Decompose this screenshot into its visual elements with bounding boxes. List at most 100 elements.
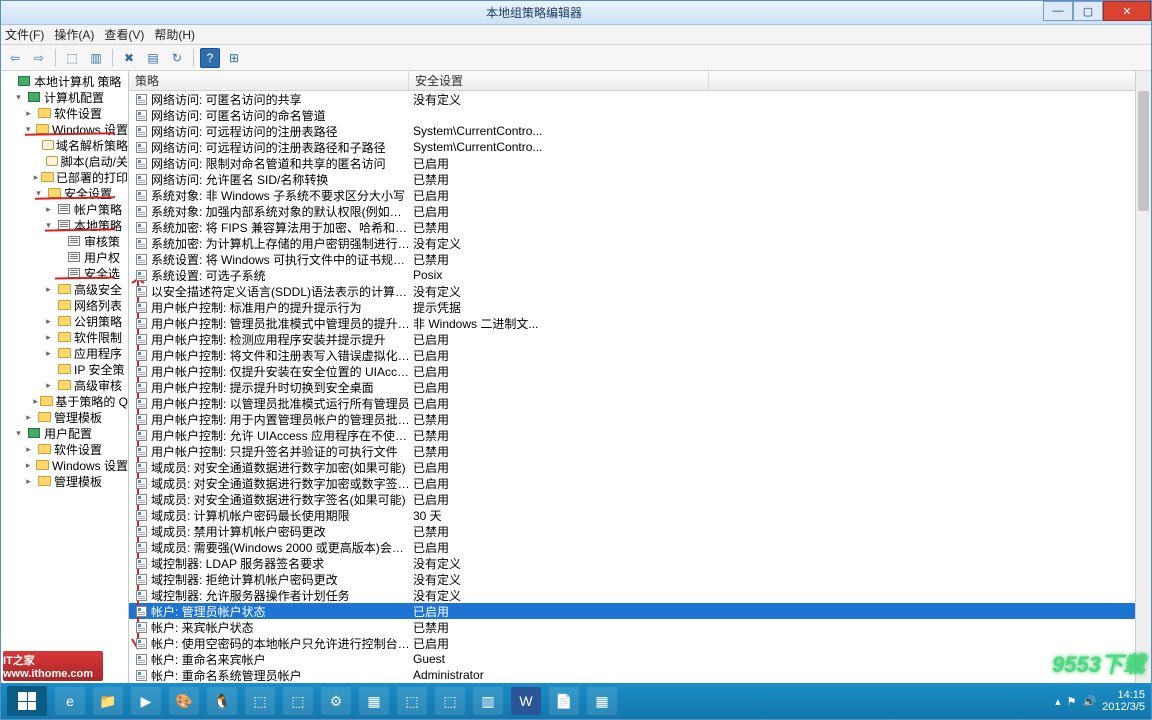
tree-item[interactable]: 网络列表: [3, 297, 128, 313]
tree-item[interactable]: ▸帐户策略: [3, 201, 128, 217]
policy-row[interactable]: 用户帐户控制: 以管理员批准模式运行所有管理员已启用: [129, 395, 1151, 411]
expand-icon[interactable]: ▾: [23, 124, 33, 135]
tree-item[interactable]: ▾安全设置: [3, 185, 128, 201]
scrollbar-thumb[interactable]: [1138, 91, 1149, 211]
tree-panel[interactable]: 本地计算机 策略▾计算机配置▸软件设置▾Windows 设置域名解析策略脚本(启…: [1, 71, 129, 683]
expand-icon[interactable]: ▸: [23, 412, 34, 423]
policy-row[interactable]: 帐户: 使用空密码的本地帐户只允许进行控制台登录已启用: [129, 635, 1151, 651]
taskbar-paint-icon[interactable]: 🎨: [169, 687, 199, 715]
policy-row[interactable]: 网络访问: 可远程访问的注册表路径和子路径System\CurrentContr…: [129, 139, 1151, 155]
taskbar-app-icon[interactable]: ⬚: [283, 687, 313, 715]
expand-icon[interactable]: ▸: [23, 460, 33, 471]
policy-row[interactable]: 用户帐户控制: 允许 UIAccess 应用程序在不使用安全桌面...已禁用: [129, 427, 1151, 443]
policy-row[interactable]: 网络访问: 可匿名访问的共享没有定义: [129, 91, 1151, 107]
column-policy[interactable]: 策略: [129, 71, 409, 90]
up-button[interactable]: ⬚: [62, 48, 82, 68]
forward-button[interactable]: ⇨: [29, 48, 49, 68]
tree-item[interactable]: ▸高级安全: [3, 281, 128, 297]
expand-icon[interactable]: ▸: [43, 332, 54, 343]
tree-item[interactable]: ▾计算机配置: [3, 89, 128, 105]
maximize-button[interactable]: ▢: [1073, 1, 1103, 21]
policy-row[interactable]: 网络访问: 可远程访问的注册表路径System\CurrentContro...: [129, 123, 1151, 139]
taskbar-media-icon[interactable]: ▶: [131, 687, 161, 715]
tree-item[interactable]: ▸应用程序: [3, 345, 128, 361]
clock-date[interactable]: 2012/3/5: [1102, 701, 1145, 713]
expand-icon[interactable]: ▸: [43, 380, 54, 391]
policy-row[interactable]: 系统加密: 为计算机上存储的用户密钥强制进行强密钥保护没有定义: [129, 235, 1151, 251]
column-security-setting[interactable]: 安全设置: [409, 71, 709, 90]
list-body[interactable]: 网络访问: 可匿名访问的共享没有定义网络访问: 可匿名访问的命名管道网络访问: …: [129, 91, 1151, 683]
expand-icon[interactable]: ▾: [13, 92, 24, 103]
tree-item[interactable]: ▸基于策略的 Q: [3, 393, 128, 409]
policy-row[interactable]: 域成员: 计算机帐户密码最长使用期限30 天: [129, 507, 1151, 523]
policy-row[interactable]: 帐户: 管理员帐户状态已启用: [129, 603, 1151, 619]
tree-item[interactable]: ▸已部署的打印: [3, 169, 128, 185]
vertical-scrollbar[interactable]: [1135, 71, 1151, 683]
properties-button[interactable]: ▤: [143, 48, 163, 68]
taskbar-app-icon[interactable]: ⬚: [397, 687, 427, 715]
tree-item[interactable]: 本地计算机 策略: [3, 73, 128, 89]
taskbar-qq-icon[interactable]: 🐧: [207, 687, 237, 715]
policy-row[interactable]: 帐户: 来宾帐户状态已禁用: [129, 619, 1151, 635]
policy-row[interactable]: 域控制器: 拒绝计算机帐户密码更改没有定义: [129, 571, 1151, 587]
taskbar-app-icon[interactable]: ▦: [587, 687, 617, 715]
policy-row[interactable]: 用户帐户控制: 只提升签名并验证的可执行文件已禁用: [129, 443, 1151, 459]
tray-network-icon[interactable]: 🔊: [1082, 695, 1096, 708]
tree-item[interactable]: ▸管理模板: [3, 473, 128, 489]
expand-icon[interactable]: ▸: [43, 348, 54, 359]
taskbar-app-icon[interactable]: ⬚: [435, 687, 465, 715]
expand-icon[interactable]: ▸: [23, 108, 34, 119]
policy-row[interactable]: 用户帐户控制: 管理员批准模式中管理员的提升权限提示的...非 Windows …: [129, 315, 1151, 331]
tree-item[interactable]: ▸管理模板: [3, 409, 128, 425]
export-button[interactable]: ⊞: [224, 48, 244, 68]
tree-item[interactable]: ▸软件设置: [3, 105, 128, 121]
policy-row[interactable]: 用户帐户控制: 标准用户的提升提示行为提示凭据: [129, 299, 1151, 315]
tree-item[interactable]: ▸高级审核: [3, 377, 128, 393]
expand-icon[interactable]: ▾: [13, 428, 24, 439]
policy-row[interactable]: 域成员: 对安全通道数据进行数字签名(如果可能)已启用: [129, 491, 1151, 507]
tree-item[interactable]: 脚本(启动/关: [3, 153, 128, 169]
expand-icon[interactable]: ▾: [33, 188, 44, 199]
tree-item[interactable]: ▸软件限制: [3, 329, 128, 345]
policy-row[interactable]: 以安全描述符定义语言(SDDL)语法表示的计算机访问限制没有定义: [129, 283, 1151, 299]
policy-row[interactable]: 用户帐户控制: 检测应用程序安装并提示提升已启用: [129, 331, 1151, 347]
policy-row[interactable]: 域控制器: LDAP 服务器签名要求没有定义: [129, 555, 1151, 571]
policy-row[interactable]: 系统对象: 加强内部系统对象的默认权限(例如，符号链接)已启用: [129, 203, 1151, 219]
expand-icon[interactable]: ▸: [23, 444, 34, 455]
tree-item[interactable]: ▾本地策略: [3, 217, 128, 233]
expand-icon[interactable]: ▸: [33, 172, 39, 183]
menu-help[interactable]: 帮助(H): [154, 26, 195, 43]
tree-item[interactable]: ▸Windows 设置: [3, 457, 128, 473]
policy-row[interactable]: 系统对象: 非 Windows 子系统不要求区分大小写已启用: [129, 187, 1151, 203]
refresh-button[interactable]: ↻: [167, 48, 187, 68]
help-button[interactable]: ?: [200, 48, 220, 68]
tree-item[interactable]: 审核策: [3, 233, 128, 249]
tree-item[interactable]: 用户权: [3, 249, 128, 265]
minimize-button[interactable]: —: [1043, 1, 1073, 21]
policy-row[interactable]: 域成员: 禁用计算机帐户密码更改已禁用: [129, 523, 1151, 539]
taskbar-app-icon[interactable]: 📄: [549, 687, 579, 715]
clock-time[interactable]: 14:15: [1102, 689, 1145, 701]
tree-item[interactable]: ▾Windows 设置: [3, 121, 128, 137]
taskbar-gpedit-icon[interactable]: ▥: [473, 687, 503, 715]
policy-row[interactable]: 帐户: 重命名来宾帐户Guest: [129, 651, 1151, 667]
expand-icon[interactable]: ▸: [43, 316, 54, 327]
taskbar-app-icon[interactable]: ⬚: [245, 687, 275, 715]
policy-row[interactable]: 域成员: 对安全通道数据进行数字加密或数字签名(始终)已启用: [129, 475, 1151, 491]
tray-flag-icon[interactable]: ⚑: [1067, 695, 1077, 708]
menu-action[interactable]: 操作(A): [54, 26, 94, 43]
taskbar-explorer-icon[interactable]: 📁: [93, 687, 123, 715]
policy-row[interactable]: 网络访问: 可匿名访问的命名管道: [129, 107, 1151, 123]
tray-expand-icon[interactable]: ▴: [1055, 695, 1061, 708]
taskbar-regedit-icon[interactable]: ▦: [359, 687, 389, 715]
policy-row[interactable]: 系统设置: 可选子系统Posix: [129, 267, 1151, 283]
tree-item[interactable]: ▸软件设置: [3, 441, 128, 457]
delete-button[interactable]: ✖: [119, 48, 139, 68]
policy-row[interactable]: 帐户: 重命名系统管理员帐户Administrator: [129, 667, 1151, 683]
expand-icon[interactable]: ▸: [33, 396, 38, 407]
menu-file[interactable]: 文件(F): [5, 26, 44, 43]
policy-row[interactable]: 系统设置: 将 Windows 可执行文件中的证书规则用于软件...已禁用: [129, 251, 1151, 267]
show-hide-tree-button[interactable]: ▥: [86, 48, 106, 68]
back-button[interactable]: ⇦: [5, 48, 25, 68]
system-tray[interactable]: ▴ ⚑ 🔊 14:15 2012/3/5: [1055, 689, 1145, 713]
